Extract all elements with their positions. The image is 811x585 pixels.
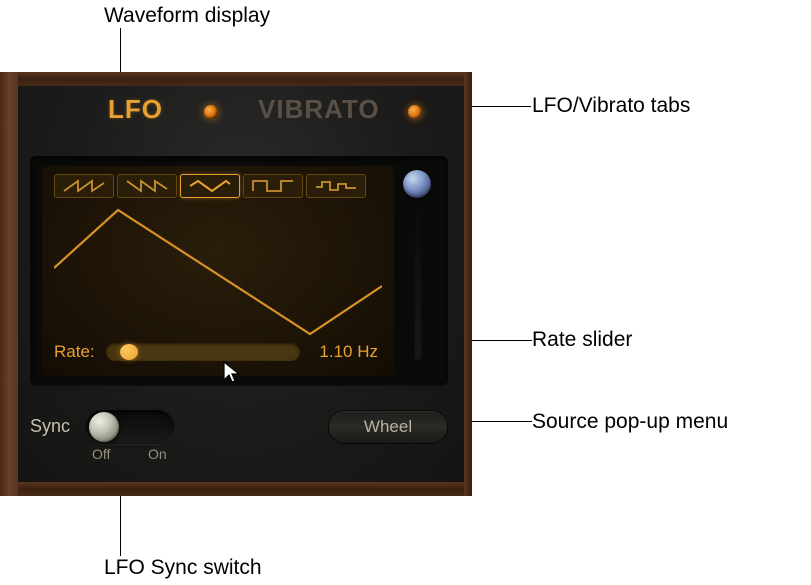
led-vibrato-icon bbox=[408, 105, 422, 119]
wave-btn-sawdown[interactable] bbox=[54, 174, 114, 198]
bottom-row: Sync Off On Wheel bbox=[30, 404, 448, 454]
tabs-row: LFO VIBRATO bbox=[88, 94, 468, 130]
screen: Rate: 1.10 Hz bbox=[42, 166, 394, 376]
random-step-icon bbox=[314, 179, 358, 193]
wave-btn-triangle[interactable] bbox=[180, 174, 240, 198]
sync-on-label: On bbox=[148, 446, 167, 462]
callout-source-popup: Source pop-up menu bbox=[532, 410, 728, 434]
synth-panel: LFO VIBRATO bbox=[0, 72, 472, 496]
panel-trim-top bbox=[0, 72, 472, 86]
source-popup-wheel[interactable]: Wheel bbox=[328, 410, 448, 444]
tab-lfo[interactable]: LFO bbox=[108, 94, 163, 125]
wave-btn-random[interactable] bbox=[306, 174, 366, 198]
sync-switch[interactable] bbox=[86, 410, 174, 444]
callout-waveform-display: Waveform display bbox=[104, 4, 270, 28]
panel-trim-bottom bbox=[0, 482, 472, 496]
callout-sync-switch: LFO Sync switch bbox=[104, 556, 262, 580]
waveform-display bbox=[54, 206, 382, 336]
sync-knob[interactable] bbox=[89, 412, 119, 442]
sync-off-label: Off bbox=[92, 446, 110, 462]
amplitude-slider[interactable] bbox=[400, 166, 436, 366]
rate-label: Rate: bbox=[54, 342, 102, 362]
screen-bezel: Rate: 1.10 Hz bbox=[30, 156, 448, 386]
callout-tabs: LFO/Vibrato tabs bbox=[532, 94, 690, 118]
wave-btn-sawup[interactable] bbox=[117, 174, 177, 198]
callout-rate-slider: Rate slider bbox=[532, 328, 632, 352]
rate-value: 1.10 Hz bbox=[300, 342, 382, 362]
wave-btn-square[interactable] bbox=[243, 174, 303, 198]
waveform-selector-row bbox=[54, 174, 382, 202]
waveform-plot bbox=[54, 206, 382, 336]
saw-down-icon bbox=[62, 179, 106, 193]
rate-slider-thumb[interactable] bbox=[120, 344, 138, 360]
panel-trim-right bbox=[464, 72, 472, 496]
tab-vibrato[interactable]: VIBRATO bbox=[258, 94, 380, 125]
saw-up-icon bbox=[125, 179, 169, 193]
panel-face: LFO VIBRATO bbox=[18, 86, 464, 482]
panel-trim-left bbox=[0, 72, 18, 496]
rate-row: Rate: 1.10 Hz bbox=[54, 340, 382, 364]
led-lfo-icon bbox=[204, 105, 218, 119]
sync-label: Sync bbox=[30, 416, 70, 437]
triangle-icon bbox=[188, 179, 232, 193]
square-icon bbox=[251, 179, 295, 193]
rate-slider[interactable] bbox=[106, 343, 300, 361]
amplitude-track bbox=[414, 190, 422, 360]
amplitude-thumb[interactable] bbox=[403, 170, 431, 198]
